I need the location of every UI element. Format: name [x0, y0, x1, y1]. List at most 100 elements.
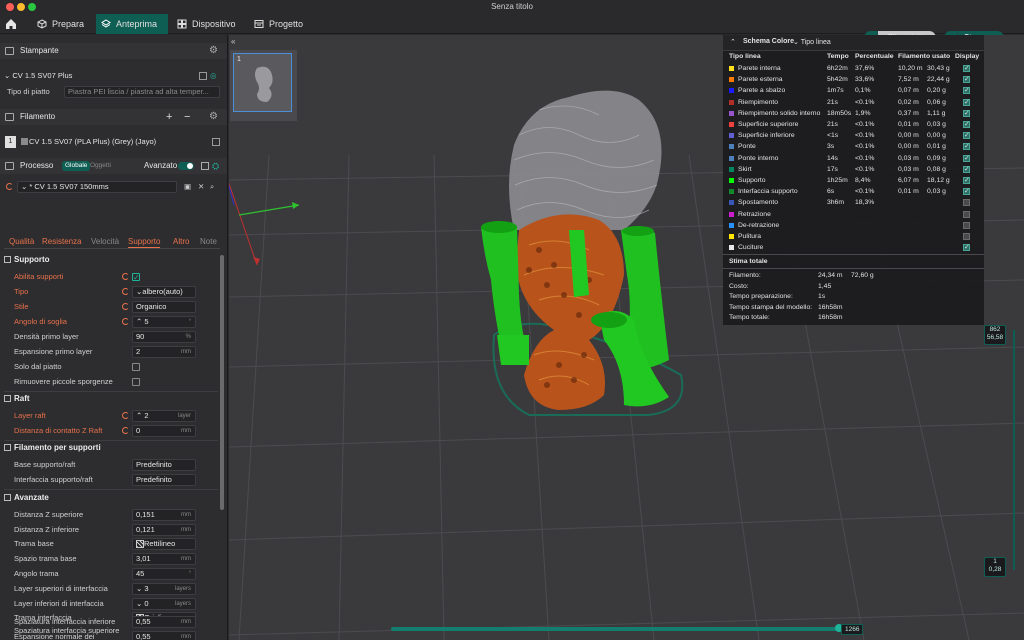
- line-type-display-checkbox[interactable]: [963, 97, 970, 108]
- filament-name[interactable]: CV 1.5 SV07 (PLA Plus) (Grey) (Jayo): [29, 135, 156, 149]
- printer-settings-gear-icon[interactable]: ⚙: [209, 43, 218, 59]
- plate-thumbnail-frame: 1: [233, 53, 292, 112]
- first-layer-density-input[interactable]: 90%: [132, 331, 196, 343]
- title-bar: Senza titolo: [0, 0, 1024, 14]
- line-type-display-checkbox[interactable]: [963, 175, 970, 186]
- scope-objects-toggle[interactable]: Oggetti: [90, 158, 111, 174]
- support-style-reset-icon[interactable]: [122, 303, 129, 310]
- advanced-toggle[interactable]: [178, 162, 194, 170]
- enable-support-checkbox[interactable]: [132, 271, 140, 285]
- first-layer-expansion-input[interactable]: 2 mm: [132, 346, 196, 358]
- line-type-length: 6,07 m: [898, 177, 919, 184]
- line-type-display-checkbox[interactable]: [963, 199, 970, 207]
- base-pattern-spacing-value: 3,01: [136, 554, 151, 563]
- line-type-display-checkbox[interactable]: [963, 153, 970, 164]
- support-style-select[interactable]: Organico: [132, 301, 196, 313]
- subtab-others[interactable]: Altro: [173, 237, 189, 246]
- line-type-display-checkbox[interactable]: [963, 130, 970, 141]
- support-type-select[interactable]: ⌄albero(auto): [132, 286, 196, 298]
- line-type-display-checkbox[interactable]: [963, 63, 970, 74]
- line-type-display-checkbox[interactable]: [963, 242, 970, 253]
- raft-z-contact-input[interactable]: 0 mm: [132, 425, 196, 437]
- printer-preset-select[interactable]: ⌄ CV 1.5 SV07 Plus: [4, 69, 200, 83]
- layer-bottom-height: 0,28: [988, 566, 1002, 573]
- line-type-display-checkbox[interactable]: [963, 210, 970, 218]
- line-type-display-checkbox[interactable]: [963, 233, 970, 240]
- support-type-reset-icon[interactable]: [122, 288, 129, 295]
- process-preset-select[interactable]: ⌄ * CV 1.5 SV07 150mms: [17, 181, 177, 193]
- filament-section-header[interactable]: Filamento + − ⚙: [0, 109, 227, 125]
- wifi-icon[interactable]: ◎: [210, 69, 217, 83]
- subtab-speed[interactable]: Velocità: [91, 237, 119, 246]
- raft-layers-input[interactable]: ⌃ 2 layer: [132, 410, 196, 422]
- layer-slider-bottom-handle[interactable]: 1 0,28: [984, 557, 1006, 577]
- minimize-window-button[interactable]: [17, 3, 25, 11]
- bottom-interface-spacing-input[interactable]: 0,55 mm: [132, 616, 196, 628]
- enable-support-reset-icon[interactable]: [122, 273, 129, 280]
- compare-icon[interactable]: [201, 162, 209, 170]
- edit-printer-icon[interactable]: [199, 72, 207, 80]
- subtab-notes[interactable]: Note: [200, 237, 217, 246]
- project-icon: [254, 20, 264, 28]
- tab-preview[interactable]: Anteprima: [96, 14, 168, 34]
- threshold-angle-input[interactable]: ⌃ 5 °: [132, 316, 196, 328]
- advanced-group-icon: [4, 494, 11, 501]
- line-type-display-checkbox[interactable]: [963, 164, 970, 175]
- line-type-display-checkbox[interactable]: [963, 85, 970, 97]
- support-interface-filament-select[interactable]: Predefinito: [132, 474, 196, 486]
- tab-device[interactable]: Dispositivo: [172, 14, 242, 34]
- move-slider-track[interactable]: [391, 627, 839, 631]
- raft-layers-reset-icon[interactable]: [122, 412, 129, 419]
- threshold-angle-reset-icon[interactable]: [122, 318, 129, 325]
- line-type-display-checkbox[interactable]: [963, 221, 970, 229]
- process-reset-icon[interactable]: [6, 183, 13, 190]
- base-pattern-spacing-input[interactable]: 3,01 mm: [132, 553, 196, 565]
- process-tools-icon[interactable]: ⛭: [212, 158, 219, 174]
- support-base-filament-select[interactable]: Predefinito: [132, 459, 196, 471]
- printer-section-header[interactable]: Stampante ⚙: [0, 43, 227, 59]
- remove-filament-button[interactable]: −: [184, 109, 190, 125]
- raft-group-icon: [4, 395, 11, 402]
- remove-small-overhangs-checkbox[interactable]: [132, 378, 140, 386]
- build-plate-only-checkbox[interactable]: [132, 363, 140, 371]
- line-type-display-checkbox[interactable]: [963, 186, 970, 197]
- line-type-weight: 18,12 g: [927, 177, 950, 184]
- bottom-z-distance-label: Distanza Z inferiore: [14, 525, 80, 534]
- line-type-display-checkbox[interactable]: [963, 119, 970, 130]
- subtab-support[interactable]: Supporto: [128, 237, 161, 248]
- plate-thumbnail[interactable]: 1: [230, 50, 297, 121]
- search-settings-icon[interactable]: ⌕: [210, 180, 214, 194]
- sidebar-scrollbar[interactable]: [220, 255, 224, 510]
- top-interface-layers-input[interactable]: ⌄ 3 layers: [132, 583, 196, 595]
- filament-settings-gear-icon[interactable]: ⚙: [209, 109, 218, 125]
- bottom-z-distance-input[interactable]: 0,121 mm: [132, 524, 196, 536]
- support-style-label: Stile: [14, 302, 29, 311]
- pattern-angle-input[interactable]: 45 °: [132, 568, 196, 580]
- add-filament-button[interactable]: +: [166, 109, 172, 125]
- scope-global-toggle[interactable]: Globale: [62, 161, 91, 171]
- line-type-length: 0,37 m: [898, 109, 919, 117]
- edit-filament-icon[interactable]: [212, 138, 220, 146]
- collapse-sidebar-button[interactable]: «: [231, 37, 241, 47]
- top-z-distance-input[interactable]: 0,151 mm: [132, 509, 196, 521]
- plate-type-select[interactable]: Piastra PEI liscia / piastra ad alta tem…: [64, 86, 220, 98]
- tab-project[interactable]: Progetto: [249, 14, 309, 34]
- legend-mode-select[interactable]: ⌄ Tipo linea: [793, 38, 831, 46]
- home-button[interactable]: [4, 17, 18, 31]
- bottom-interface-layers-input[interactable]: ⌄ 0 layers: [132, 598, 196, 610]
- tab-prepare[interactable]: Prepara: [32, 14, 92, 34]
- legend-collapse-icon[interactable]: ⌃: [730, 38, 736, 46]
- layer-slider-track[interactable]: [1013, 330, 1015, 570]
- close-preset-icon[interactable]: ✕: [198, 180, 204, 194]
- layer-slider-top-handle[interactable]: 862 56,58: [984, 325, 1006, 345]
- raft-z-contact-reset-icon[interactable]: [122, 427, 129, 434]
- base-pattern-select[interactable]: Rettilineo: [132, 538, 196, 550]
- line-type-display-checkbox[interactable]: [963, 108, 970, 119]
- save-preset-icon[interactable]: ▣: [184, 180, 191, 194]
- zoom-window-button[interactable]: [28, 3, 36, 11]
- line-type-display-checkbox[interactable]: [963, 74, 970, 85]
- subtab-quality[interactable]: Qualità: [9, 237, 34, 246]
- line-type-display-checkbox[interactable]: [963, 141, 970, 153]
- subtab-strength[interactable]: Resistenza: [42, 237, 82, 246]
- close-window-button[interactable]: [6, 3, 14, 11]
